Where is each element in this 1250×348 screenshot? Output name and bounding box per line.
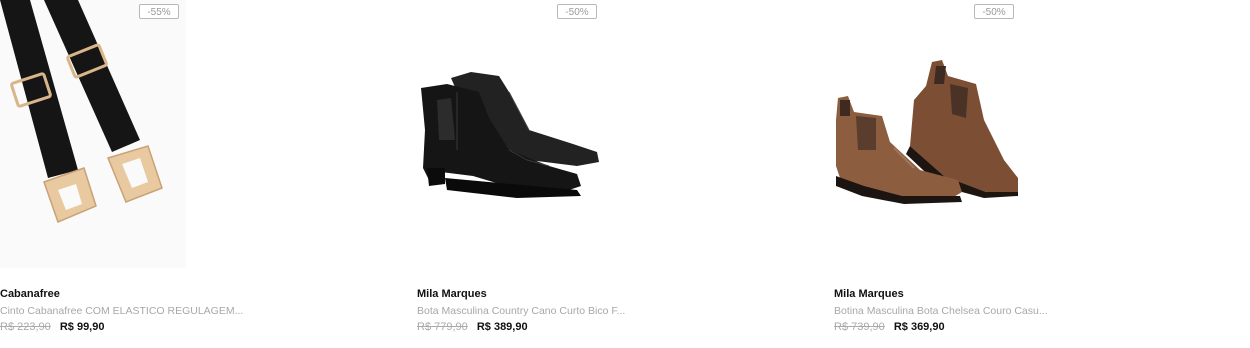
- product-card[interactable]: -50% Mila Marques Bota Masculina Country…: [417, 0, 817, 348]
- product-name[interactable]: Bota Masculina Country Cano Curto Bico F…: [417, 305, 817, 317]
- product-image[interactable]: -50%: [834, 0, 1214, 270]
- product-card[interactable]: -55% Cabanafree Cinto Cabanafree COM ELA…: [0, 0, 400, 348]
- black-boots-icon: [421, 72, 599, 198]
- old-price: R$ 779,90: [417, 321, 468, 333]
- price-row: R$ 223,90 R$ 99,90: [0, 321, 104, 333]
- product-grid: -55% Cabanafree Cinto Cabanafree COM ELA…: [0, 0, 1250, 348]
- old-price: R$ 739,90: [834, 321, 885, 333]
- product-brand[interactable]: Mila Marques: [417, 288, 487, 300]
- product-image[interactable]: -50%: [417, 0, 797, 270]
- product-card[interactable]: -50% Mila Marques Botina Masculina Bota …: [834, 0, 1234, 348]
- product-name[interactable]: Botina Masculina Bota Chelsea Couro Casu…: [834, 305, 1234, 317]
- price-row: R$ 779,90 R$ 389,90: [417, 321, 528, 333]
- brown-chelsea-boots-icon: [836, 60, 1018, 204]
- price-row: R$ 739,90 R$ 369,90: [834, 321, 945, 333]
- current-price: R$ 389,90: [476, 321, 528, 333]
- current-price: R$ 99,90: [59, 321, 105, 333]
- discount-badge: -50%: [974, 4, 1014, 19]
- discount-badge: -55%: [139, 4, 179, 19]
- product-brand[interactable]: Mila Marques: [834, 288, 904, 300]
- old-price: R$ 223,90: [0, 321, 51, 333]
- product-image[interactable]: -55%: [0, 0, 380, 270]
- discount-badge: -50%: [557, 4, 597, 19]
- product-name[interactable]: Cinto Cabanafree COM ELASTICO REGULAGEM.…: [0, 305, 400, 317]
- product-brand[interactable]: Cabanafree: [0, 288, 60, 300]
- belt-icon: [0, 0, 186, 268]
- current-price: R$ 369,90: [893, 321, 945, 333]
